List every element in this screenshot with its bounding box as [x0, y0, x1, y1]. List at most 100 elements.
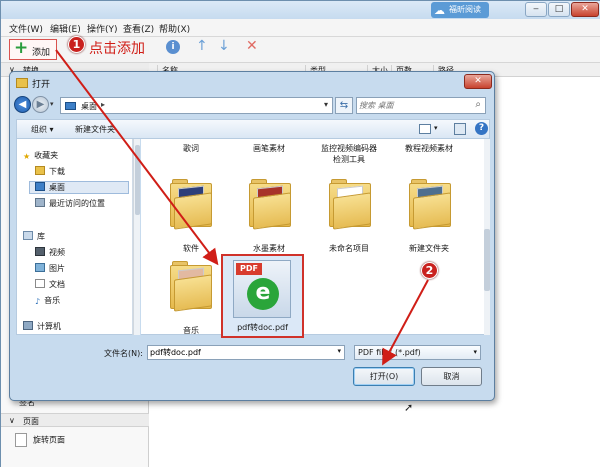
menubar: 文件(W) 编辑(E) 操作(Y) 查看(Z) 帮助(X) [1, 19, 600, 37]
maximize-button[interactable]: □ [548, 2, 570, 17]
desktop-icon [65, 102, 76, 110]
cloud-icon: ☁ [434, 4, 445, 17]
files-scrollbar-thumb[interactable] [484, 229, 490, 291]
nav-scrollbar[interactable] [133, 139, 140, 335]
nav-videos[interactable]: 视频 [35, 247, 65, 260]
star-icon: ★ [23, 152, 31, 161]
file-caption-software[interactable]: 软件 [151, 243, 231, 254]
nav-computer[interactable]: 计算机 [23, 321, 61, 334]
folder-icon[interactable] [249, 179, 291, 230]
minimize-button[interactable]: ‒ [525, 2, 547, 17]
file-caption-ink[interactable]: 水墨素材 [229, 243, 309, 254]
delete-icon[interactable]: ✕ [246, 38, 258, 54]
history-dropdown-icon[interactable]: ▾ [50, 100, 54, 108]
rotate-page-item[interactable]: 旋转页面 [15, 433, 65, 447]
folder-icon [35, 166, 45, 175]
add-button-label: 添加 [32, 48, 51, 58]
library-icon [23, 231, 33, 240]
music-icon: ♪ [35, 297, 41, 306]
nav-favorites[interactable]: ★ 收藏夹 [23, 150, 58, 163]
refresh-button[interactable]: ⇆ [335, 97, 353, 114]
folder-icon[interactable] [170, 261, 212, 312]
menu-operation[interactable]: 操作(Y) [87, 22, 118, 35]
file-caption-music[interactable]: 音乐 [151, 325, 231, 334]
menu-edit[interactable]: 编辑(E) [50, 22, 81, 35]
computer-icon [23, 321, 33, 330]
selected-file-label: pdf转doc.pdf [237, 323, 288, 332]
forward-button[interactable]: ▶ [32, 96, 49, 113]
cancel-button[interactable]: 取消 [421, 367, 482, 386]
help-icon[interactable]: ? [475, 122, 488, 135]
nav-music[interactable]: ♪ 音乐 [35, 295, 60, 308]
plus-icon: + [14, 38, 29, 58]
file-caption-monitor[interactable]: 监控视频编码器 检测工具 [309, 143, 389, 165]
back-button[interactable]: ◀ [14, 96, 31, 113]
open-dialog: 打开 ✕ ◀ ▶ ▾ 桌面 ▸ ▾ ⇆ ⌕ 组织 ▾ 新建文件夹 ▾ ? ★收藏… [9, 71, 495, 401]
app-logo-text: 福昕阅读 [449, 5, 481, 14]
menu-help[interactable]: 帮助(X) [159, 22, 190, 35]
files-scrollbar[interactable] [484, 139, 490, 335]
pdf-file-icon: PDF e [233, 260, 291, 318]
nav-recent[interactable]: 最近访问的位置 [35, 198, 105, 211]
menu-file[interactable]: 文件(W) [9, 22, 43, 35]
filename-input[interactable] [150, 347, 330, 358]
nav-scrollbar-thumb[interactable] [135, 145, 140, 215]
search-input[interactable] [359, 99, 467, 112]
view-mode-icon[interactable] [419, 124, 431, 134]
e-logo-icon: e [247, 278, 279, 310]
folder-icon[interactable] [409, 179, 451, 230]
file-caption-new-folder[interactable]: 新建文件夹 [389, 243, 469, 254]
file-caption-lyrics[interactable]: 歌词 [151, 143, 231, 154]
folder-icon [16, 78, 28, 88]
annotation-click-add: 点击添加 [89, 41, 145, 57]
page-panel-header[interactable]: ∨ 页面 [1, 413, 149, 427]
nav-pictures[interactable]: 图片 [35, 263, 65, 276]
dialog-close-button[interactable]: ✕ [464, 74, 492, 89]
selected-pdf-file[interactable]: PDF e pdf转doc.pdf [221, 254, 304, 338]
recent-icon [35, 198, 45, 207]
file-caption-tutorial[interactable]: 教程视频素材 [389, 143, 469, 154]
app-close-button[interactable]: ✕ [571, 2, 599, 17]
menu-view[interactable]: 查看(Z) [123, 22, 154, 35]
view-dropdown-icon[interactable]: ▾ [434, 124, 438, 132]
chevron-down-icon[interactable]: ▾ [337, 347, 341, 355]
search-box[interactable]: ⌕ [356, 97, 486, 114]
rotate-page-label: 旋转页面 [33, 435, 65, 445]
filetype-value: PDF files (*.pdf) [358, 348, 421, 357]
filetype-select[interactable]: PDF files (*.pdf) ▾ [354, 345, 481, 360]
preview-pane-icon[interactable] [454, 123, 466, 135]
file-caption-brush[interactable]: 画笔素材 [229, 143, 309, 154]
info-icon[interactable]: i [166, 40, 180, 54]
address-location: 桌面 [81, 102, 97, 111]
nav-desktop[interactable]: 桌面 [35, 182, 65, 195]
nav-documents[interactable]: 文档 [35, 279, 65, 292]
folder-icon[interactable] [329, 179, 371, 230]
nav-library[interactable]: 库 [23, 231, 45, 244]
step-badge-1: 1 [68, 36, 85, 53]
organize-button[interactable]: 组织 ▾ [31, 124, 54, 135]
files-pane: 歌词 画笔素材 监控视频编码器 检测工具 教程视频素材 软件 水墨素材 未命名项… [141, 139, 484, 335]
file-caption-untitled[interactable]: 未命名项目 [309, 243, 389, 254]
page-panel-title: 页面 [23, 417, 39, 426]
filename-label: 文件名(N): [104, 349, 143, 358]
folder-icon[interactable] [170, 179, 212, 230]
new-folder-button[interactable]: 新建文件夹 [75, 124, 115, 135]
chevron-down-icon: ▾ [473, 348, 477, 356]
filename-field[interactable]: ▾ [147, 345, 345, 360]
picture-icon [35, 263, 45, 272]
nav-downloads[interactable]: 下载 [35, 166, 65, 179]
open-button[interactable]: 打开(O) [353, 367, 415, 386]
pdf-tag: PDF [236, 263, 262, 275]
breadcrumb-arrow-icon[interactable]: ▸ [101, 100, 105, 109]
address-bar[interactable]: 桌面 ▸ ▾ [60, 97, 333, 114]
arrow-up-icon[interactable]: ↑ [196, 38, 208, 54]
arrow-down-icon[interactable]: ↓ [218, 38, 230, 54]
document-icon [35, 279, 45, 288]
add-button[interactable]: + 添加 [9, 38, 57, 60]
step-badge-2: 2 [421, 262, 438, 279]
chevron-down-icon: ∨ [9, 416, 15, 425]
page-icon [15, 433, 27, 447]
address-dropdown-icon[interactable]: ▾ [324, 100, 328, 109]
command-bar: 组织 ▾ 新建文件夹 ▾ ? [16, 119, 490, 139]
app-titlebar: ☁ 福昕阅读 ‒ □ ✕ [1, 1, 600, 19]
